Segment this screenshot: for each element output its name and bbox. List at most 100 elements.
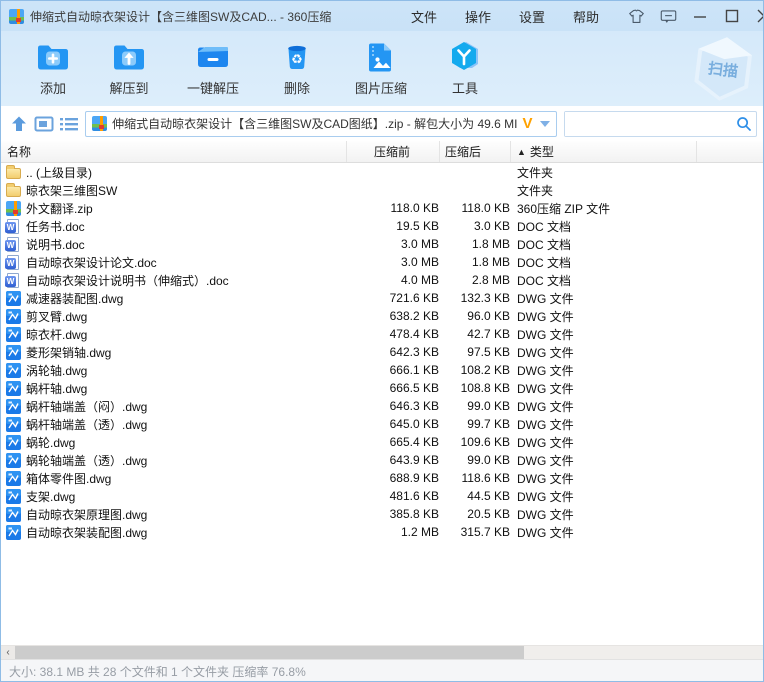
file-name: 剪叉臂.dwg bbox=[26, 309, 88, 324]
file-type: DWG 文件 bbox=[517, 453, 574, 468]
size-before: 118.0 KB bbox=[390, 201, 439, 215]
menu-help[interactable]: 帮助 bbox=[573, 7, 599, 26]
file-name-cell: 晾衣杆.dwg bbox=[1, 326, 346, 343]
scan-badge[interactable]: 扫描 bbox=[689, 33, 757, 107]
one-click-extract-button-label: 一键解压 bbox=[186, 81, 239, 96]
file-icon-slot bbox=[5, 308, 21, 324]
minimize-button[interactable] bbox=[691, 7, 709, 25]
size-before: 478.4 KB bbox=[389, 327, 439, 341]
file-name: 蜗杆轴端盖（闷）.dwg bbox=[26, 399, 148, 414]
file-name: 晾衣杆.dwg bbox=[26, 327, 88, 342]
table-row[interactable]: 自动晾衣架原理图.dwg 385.8 KB 20.5 KB DWG 文件 bbox=[1, 505, 763, 523]
table-row[interactable]: .. (上级目录) 文件夹 bbox=[1, 163, 763, 181]
v-logo-icon: V bbox=[522, 115, 533, 132]
table-row[interactable]: 箱体零件图.dwg 688.9 KB 118.6 KB DWG 文件 bbox=[1, 469, 763, 487]
column-header-name[interactable]: 名称 bbox=[1, 141, 346, 162]
table-row[interactable]: 任务书.doc 19.5 KB 3.0 KB DOC 文档 bbox=[1, 217, 763, 235]
file-name-cell: 箱体零件图.dwg bbox=[1, 470, 346, 487]
size-after: 96.0 KB bbox=[467, 309, 510, 323]
menu-file[interactable]: 文件 bbox=[411, 7, 437, 26]
feedback-icon[interactable] bbox=[659, 7, 677, 25]
up-level-button[interactable] bbox=[7, 112, 32, 136]
size-after: 97.5 KB bbox=[467, 345, 510, 359]
maximize-button[interactable] bbox=[723, 7, 741, 25]
file-icon-slot bbox=[5, 398, 21, 414]
size-after: 108.8 KB bbox=[460, 381, 510, 395]
file-type: DWG 文件 bbox=[517, 309, 574, 324]
sort-ascending-icon: ▲ bbox=[517, 146, 526, 157]
table-row[interactable]: 自动晾衣架装配图.dwg 1.2 MB 315.7 KB DWG 文件 bbox=[1, 523, 763, 541]
scrollbar-thumb[interactable] bbox=[15, 646, 524, 659]
size-before: 3.0 MB bbox=[400, 255, 439, 269]
search-icon[interactable] bbox=[732, 116, 756, 132]
column-header-size-after[interactable]: 压缩后 bbox=[439, 141, 510, 162]
dwg-file-icon bbox=[5, 362, 21, 378]
size-after: 108.2 KB bbox=[460, 363, 510, 377]
image-compress-button-label: 图片压缩 bbox=[354, 81, 407, 96]
size-after: 3.0 KB bbox=[473, 219, 510, 233]
file-icon-slot bbox=[5, 470, 21, 486]
table-row[interactable]: 晾衣架三维图SW 文件夹 bbox=[1, 181, 763, 199]
table-row[interactable]: 说明书.doc 3.0 MB 1.8 MB DOC 文档 bbox=[1, 235, 763, 253]
file-type: DWG 文件 bbox=[517, 291, 574, 306]
column-header-type[interactable]: ▲ 类型 bbox=[510, 141, 697, 162]
doc-file-icon bbox=[5, 236, 19, 252]
preview-pane-button[interactable] bbox=[32, 112, 57, 136]
menu-settings[interactable]: 设置 bbox=[519, 7, 545, 26]
skin-shirt-icon[interactable] bbox=[627, 7, 645, 25]
table-row[interactable]: 自动晾衣架设计说明书（伸缩式）.doc 4.0 MB 2.8 MB DOC 文档 bbox=[1, 271, 763, 289]
column-label: 类型 bbox=[529, 145, 554, 159]
table-row[interactable]: 自动晾衣架设计论文.doc 3.0 MB 1.8 MB DOC 文档 bbox=[1, 253, 763, 271]
list-header: 名称 压缩前 压缩后 ▲ 类型 bbox=[1, 141, 763, 163]
size-before: 666.5 KB bbox=[389, 381, 439, 395]
one-click-extract-button[interactable]: 一键解压 bbox=[177, 37, 249, 97]
size-after: 118.6 KB bbox=[461, 471, 510, 485]
title-bar: 伸缩式自动晾衣架设计【含三维图SW及CAD... - 360压缩 文件 操作 设… bbox=[1, 1, 763, 31]
table-row[interactable]: 剪叉臂.dwg 638.2 KB 96.0 KB DWG 文件 bbox=[1, 307, 763, 325]
table-row[interactable]: 蜗轮轴端盖（透）.dwg 643.9 KB 99.0 KB DWG 文件 bbox=[1, 451, 763, 469]
size-after: 99.7 KB bbox=[467, 417, 510, 431]
file-icon-slot bbox=[5, 434, 21, 450]
file-name-cell: 外文翻译.zip bbox=[1, 200, 346, 217]
table-row[interactable]: 支架.dwg 481.6 KB 44.5 KB DWG 文件 bbox=[1, 487, 763, 505]
menu-action[interactable]: 操作 bbox=[465, 7, 491, 26]
table-row[interactable]: 涡轮轴.dwg 666.1 KB 108.2 KB DWG 文件 bbox=[1, 361, 763, 379]
search-input[interactable] bbox=[565, 111, 733, 136]
horizontal-scrollbar: ‹ bbox=[1, 645, 763, 659]
file-name: 蜗轮.dwg bbox=[26, 435, 76, 450]
delete-button[interactable]: ♻ 删除 bbox=[269, 37, 325, 97]
table-row[interactable]: 外文翻译.zip 118.0 KB 118.0 KB 360压缩 ZIP 文件 bbox=[1, 199, 763, 217]
close-button[interactable] bbox=[755, 7, 763, 25]
archive-path-combobox[interactable]: 伸缩式自动晾衣架设计【含三维图SW及CAD图纸】.zip - 解包大小为 49.… bbox=[85, 110, 558, 137]
table-row[interactable]: 蜗杆轴端盖（闷）.dwg 646.3 KB 99.0 KB DWG 文件 bbox=[1, 397, 763, 415]
add-button-label: 添加 bbox=[39, 81, 66, 96]
column-label: 压缩前 bbox=[374, 145, 411, 159]
image-compress-button[interactable]: 图片压缩 bbox=[345, 37, 417, 97]
extract-to-button[interactable]: 解压到 bbox=[101, 37, 157, 97]
file-icon-slot bbox=[5, 362, 21, 378]
table-row[interactable]: 减速器装配图.dwg 721.6 KB 132.3 KB DWG 文件 bbox=[1, 289, 763, 307]
delete-icon: ♻ bbox=[277, 37, 317, 77]
dwg-file-icon bbox=[5, 434, 21, 450]
one-click-extract-icon bbox=[193, 37, 233, 77]
tools-button[interactable]: 工具 bbox=[437, 37, 493, 97]
table-row[interactable]: 蜗杆轴端盖（透）.dwg 645.0 KB 99.7 KB DWG 文件 bbox=[1, 415, 763, 433]
table-row[interactable]: 菱形架销轴.dwg 642.3 KB 97.5 KB DWG 文件 bbox=[1, 343, 763, 361]
tools-button-label: 工具 bbox=[451, 81, 478, 96]
table-row[interactable]: 晾衣杆.dwg 478.4 KB 42.7 KB DWG 文件 bbox=[1, 325, 763, 343]
scroll-left-arrow[interactable]: ‹ bbox=[1, 646, 15, 659]
size-after: 20.5 KB bbox=[467, 507, 510, 521]
chevron-down-icon[interactable] bbox=[540, 120, 551, 127]
add-button[interactable]: 添加 bbox=[25, 37, 81, 97]
table-row[interactable]: 蜗轮.dwg 665.4 KB 109.6 KB DWG 文件 bbox=[1, 433, 763, 451]
file-icon-slot bbox=[5, 254, 21, 270]
list-view-button[interactable] bbox=[56, 112, 81, 136]
file-name: 外文翻译.zip bbox=[26, 201, 93, 216]
column-header-size-before[interactable]: 压缩前 bbox=[346, 141, 439, 162]
file-icon-slot bbox=[5, 488, 21, 504]
table-row[interactable]: 蜗杆轴.dwg 666.5 KB 108.8 KB DWG 文件 bbox=[1, 379, 763, 397]
file-name: 菱形架销轴.dwg bbox=[26, 345, 112, 360]
file-name: 自动晾衣架原理图.dwg bbox=[26, 507, 148, 522]
dwg-file-icon bbox=[5, 308, 21, 324]
window-title: 伸缩式自动晾衣架设计【含三维图SW及CAD... - 360压缩 bbox=[30, 9, 332, 24]
